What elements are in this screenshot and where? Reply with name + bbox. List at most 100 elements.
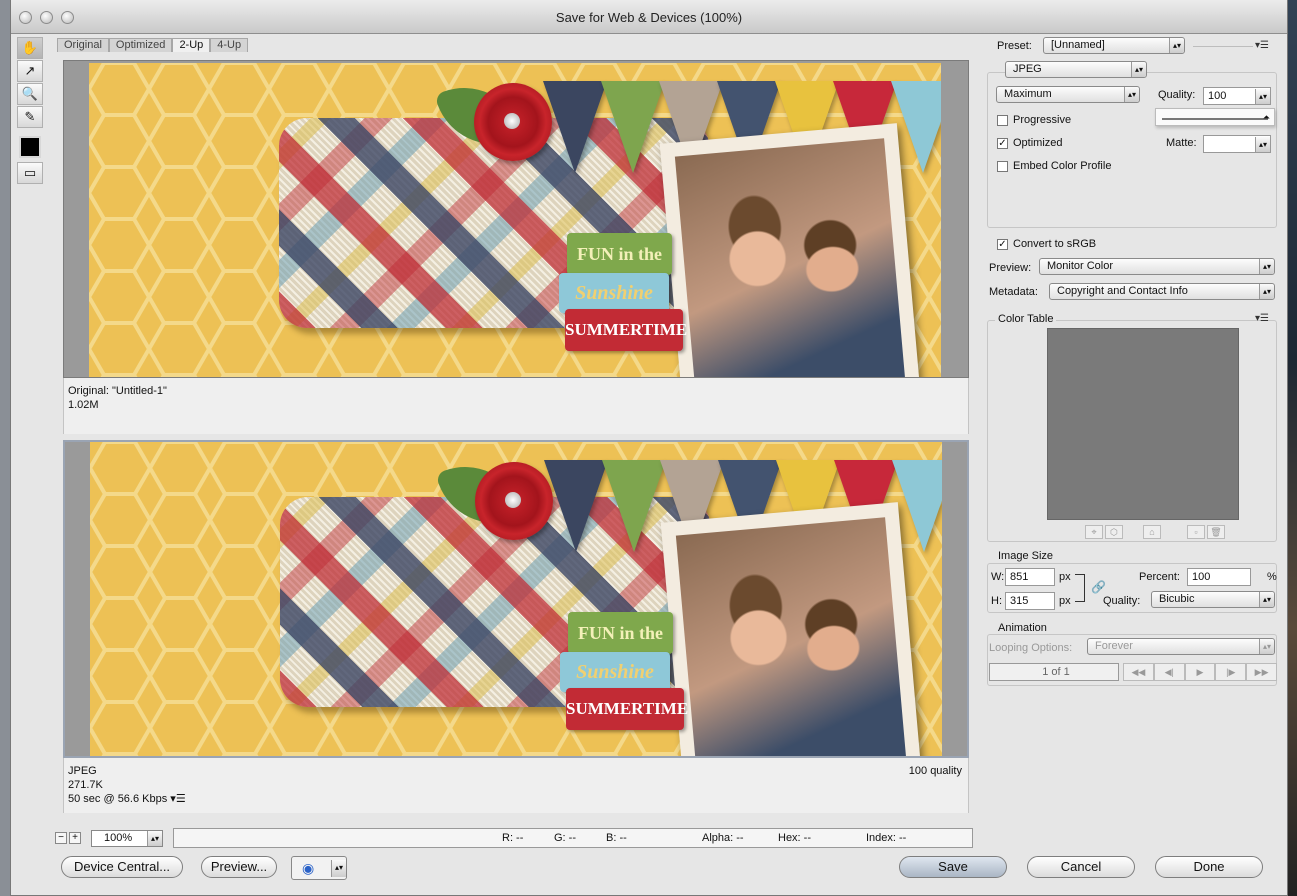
convert-label: Convert to sRGB (1013, 238, 1097, 250)
optimized-checkbox[interactable]: ✓ Optimized (997, 137, 1063, 149)
done-button[interactable]: Done (1155, 856, 1263, 878)
resample-quality-label: Quality: (1103, 595, 1141, 607)
matte-select[interactable]: ▴▾ (1203, 135, 1271, 153)
photo-frame (660, 502, 922, 756)
optimized-quality-note: 100 quality (908, 765, 962, 777)
tab-original[interactable]: Original (57, 38, 109, 52)
constrain-proportions-link-icon[interactable] (1075, 574, 1085, 602)
readout-hex: Hex: -- (778, 832, 811, 844)
last-frame-icon[interactable]: ▶▶ (1246, 663, 1277, 681)
compression-select[interactable]: Maximum ▴▾ (996, 86, 1140, 103)
quality-label: Quality: (1158, 89, 1196, 101)
format-select[interactable]: JPEG ▴▾ (1005, 61, 1147, 78)
zoom-window-button[interactable] (61, 11, 74, 24)
resample-quality-select[interactable]: Bicubic ▴▾ (1151, 591, 1275, 608)
lock-color-icon[interactable]: ⌂ (1143, 525, 1161, 539)
percent-label: Percent: (1139, 571, 1180, 583)
zoom-select[interactable]: 100% ▴▾ (91, 829, 163, 847)
quality-slider[interactable]: ⏶ (1155, 108, 1275, 126)
looping-label: Looping Options: (989, 642, 1073, 654)
download-time[interactable]: 50 sec @ 56.6 Kbps ▾☰ (68, 792, 964, 806)
first-frame-icon[interactable]: ◀◀ (1123, 663, 1154, 681)
web-shift-icon[interactable]: ⬡ (1105, 525, 1123, 539)
title-bar[interactable]: Save for Web & Devices (100%) (11, 0, 1287, 34)
progressive-label: Progressive (1013, 114, 1072, 126)
pennant (602, 460, 666, 552)
eyedropper-color-swatch[interactable] (19, 136, 41, 158)
slider-thumb[interactable]: ⏶ (1263, 112, 1270, 123)
zoom-tool-icon[interactable]: 🔍 (17, 83, 43, 105)
progressive-checkbox[interactable]: Progressive (997, 114, 1071, 126)
tab-optimized[interactable]: Optimized (108, 38, 173, 52)
ticket-fun-in-the-sun: FUN in the SUN (567, 233, 672, 306)
color-table[interactable] (1047, 328, 1239, 520)
original-info: Original: "Untitled-1" 1.02M (63, 378, 969, 434)
zoom-in-button[interactable]: + (69, 832, 81, 844)
tool-palette: ✋ ↗ 🔍 ✎ ▭ (16, 36, 44, 190)
looping-value: Forever (1095, 640, 1133, 652)
height-field[interactable]: 315 (1005, 592, 1055, 610)
toggle-slices-icon[interactable]: ▭ (17, 162, 43, 184)
minimize-window-button[interactable] (40, 11, 53, 24)
hand-tool-icon[interactable]: ✋ (17, 37, 43, 59)
cancel-button[interactable]: Cancel (1027, 856, 1135, 878)
ticket-sunshine: Sunshine (560, 652, 670, 692)
kids-photo (674, 138, 906, 377)
eyedropper-tool-icon[interactable]: ✎ (17, 106, 43, 128)
width-field[interactable]: 851 (1005, 568, 1055, 586)
optimized-preview-pane[interactable]: FUN in the SUN Sunshine SUMMERTIME (63, 440, 969, 758)
play-icon[interactable]: ▶ (1184, 663, 1216, 681)
chevron-updown-icon: ▴▾ (147, 830, 162, 846)
looping-select[interactable]: Forever ▴▾ (1087, 638, 1275, 655)
tab-2-up[interactable]: 2-Up (172, 38, 211, 52)
checkbox-box (997, 114, 1008, 126)
chevron-updown-icon: ▴▾ (1259, 639, 1274, 654)
chevron-updown-icon: ▴▾ (331, 860, 346, 877)
zoom-out-button[interactable]: − (55, 832, 67, 844)
save-button[interactable]: Save (899, 856, 1007, 878)
percent-unit: % (1267, 571, 1277, 583)
slice-select-tool-icon[interactable]: ↗ (17, 60, 43, 82)
color-table-menu-icon[interactable]: ▾☰ (1255, 313, 1269, 324)
metadata-select[interactable]: Copyright and Contact Info ▴▾ (1049, 283, 1275, 300)
preview-label: Preview: (989, 262, 1032, 274)
original-size: 1.02M (68, 399, 99, 411)
previous-frame-icon[interactable]: ◀| (1153, 663, 1185, 681)
color-table-title: Color Table (995, 313, 1057, 325)
preview-select[interactable]: Monitor Color ▴▾ (1039, 258, 1275, 275)
browser-select[interactable]: ◉ ▴▾ (291, 856, 347, 880)
preset-select[interactable]: [Unnamed] ▴▾ (1043, 37, 1185, 54)
download-menu-icon[interactable]: ▾☰ (170, 793, 185, 805)
width-label: W: (991, 571, 1005, 583)
quality-value: 100 (1208, 90, 1227, 102)
checkmark-icon: ✓ (997, 137, 1008, 149)
settings-menu-icon[interactable]: ▾☰ (1255, 40, 1269, 51)
percent-field[interactable]: 100 (1187, 568, 1251, 586)
chevron-updown-icon: ▴▾ (1124, 87, 1139, 102)
browser-icon: ◉ (302, 859, 315, 876)
original-preview-pane[interactable]: FUN in the SUN Sunshine SUMMERTIME (63, 60, 969, 378)
embed-label: Embed Color Profile (1013, 160, 1112, 172)
new-color-icon[interactable]: ▫ (1187, 525, 1205, 539)
zoom-value: 100% (104, 831, 133, 844)
format-value: JPEG (1013, 63, 1042, 75)
next-frame-icon[interactable]: |▶ (1215, 663, 1247, 681)
divider (1193, 46, 1253, 47)
height-unit: px (1059, 595, 1071, 607)
pennant (543, 81, 607, 173)
convert-srgb-checkbox[interactable]: ✓ Convert to sRGB (997, 238, 1096, 250)
device-central-button[interactable]: Device Central... (61, 856, 183, 878)
ticket-summertime: SUMMERTIME (566, 688, 688, 730)
quality-field[interactable]: 100 ▴▾ (1203, 87, 1271, 105)
slider-track (1162, 118, 1268, 120)
image-size-title: Image Size (995, 550, 1057, 562)
close-window-button[interactable] (19, 11, 32, 24)
tab-4-up[interactable]: 4-Up (210, 38, 249, 52)
map-color-icon[interactable]: ⌖ (1085, 525, 1103, 539)
embed-color-profile-checkbox[interactable]: Embed Color Profile (997, 160, 1111, 172)
ticket-fun-in-the-sun: FUN in the SUN (568, 612, 673, 685)
trash-icon[interactable]: 🗑 (1207, 525, 1225, 539)
chain-icon[interactable]: 🔗 (1091, 580, 1106, 594)
chevron-updown-icon: ▴▾ (1255, 137, 1270, 152)
preview-button[interactable]: Preview... (201, 856, 277, 878)
